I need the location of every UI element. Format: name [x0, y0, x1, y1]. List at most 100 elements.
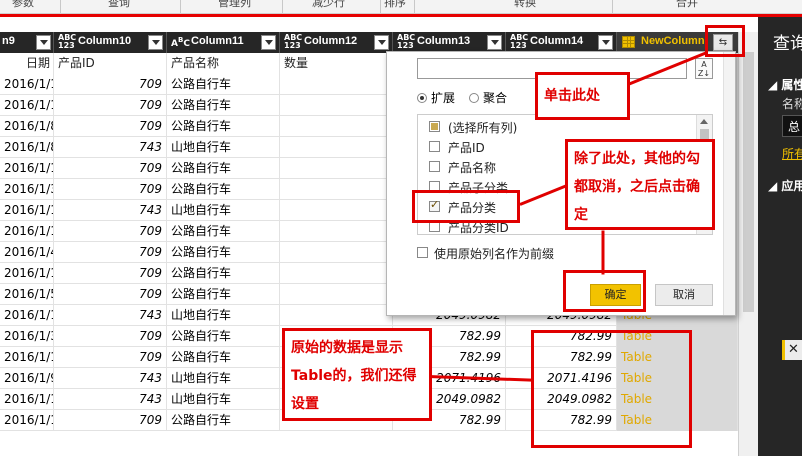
cell-date: 2016/1/8 [0, 116, 54, 137]
cell-product-name: 山地自行车 [167, 200, 280, 221]
cell-date: 2016/1/16 [0, 221, 54, 242]
column-header-column13[interactable]: ABC 123 Column13 [393, 32, 506, 53]
applied-steps-section-header[interactable]: ◢ 应用 [768, 177, 802, 194]
column-header-label: Column14 [530, 35, 584, 47]
annotation-highlight-category [412, 190, 520, 223]
cell-quantity [280, 74, 393, 95]
column-filter-dropdown-icon[interactable] [487, 35, 502, 50]
column-filter-dropdown-icon[interactable] [598, 35, 613, 50]
cell-product-id: 709 [54, 284, 167, 305]
cell-product-id: 709 [54, 116, 167, 137]
scroll-up-icon[interactable] [700, 119, 708, 124]
type-any-icon: ABC 123 [397, 33, 416, 50]
cell-product-name: 公路自行车 [167, 95, 280, 116]
column-filter-dropdown-icon[interactable] [374, 35, 389, 50]
grid-vertical-scrollbar[interactable] [738, 32, 758, 456]
column-header-label: n9 [2, 35, 15, 47]
column-header-column10[interactable]: ABC 123 Column10 [54, 32, 167, 53]
cell-product-id: 709 [54, 410, 167, 431]
ribbon-divider [180, 0, 181, 13]
cell-quantity [280, 179, 393, 200]
annotation-highlight-expand [705, 25, 745, 57]
radio-unselected-icon [469, 93, 479, 103]
radio-selected-icon [417, 93, 427, 103]
cell-product-id: 709 [54, 242, 167, 263]
scrollbar-thumb[interactable] [743, 52, 754, 312]
column-filter-dropdown-icon[interactable] [261, 35, 276, 50]
column-filter-dropdown-icon[interactable] [148, 35, 163, 50]
cell-id-header: 产品ID [54, 53, 167, 74]
properties-section-header[interactable]: ◢ 属性 [768, 76, 802, 93]
cell-product-name: 公路自行车 [167, 179, 280, 200]
annotation-top-border [0, 14, 802, 17]
column-header-label: NewColumn [641, 35, 705, 47]
cell-product-id: 709 [54, 74, 167, 95]
cell-product-id: 709 [54, 95, 167, 116]
cell-date: 2016/1/4 [0, 242, 54, 263]
ribbon-label-query[interactable]: 查询 [108, 0, 130, 10]
cell-date-header: 日期 [0, 53, 54, 74]
column-header-column12[interactable]: ABC 123 Column12 [280, 32, 393, 53]
cell-date: 2016/1/8 [0, 137, 54, 158]
cell-date: 2016/1/5 [0, 284, 54, 305]
column-header-date[interactable]: n9 [0, 32, 54, 53]
cell-product-name: 公路自行车 [167, 116, 280, 137]
cell-quantity [280, 137, 393, 158]
column-header-label: Column13 [417, 35, 471, 47]
ribbon-label-combine[interactable]: 合并 [676, 0, 698, 10]
cell-product-name: 山地自行车 [167, 389, 280, 410]
cell-quantity [280, 158, 393, 179]
all-properties-link[interactable]: 所有 [782, 145, 802, 162]
ribbon-strip: 参数 查询 管理列 减少行 排序 转换 合并 [0, 0, 802, 14]
table-type-icon [622, 36, 635, 48]
ribbon-label-transform[interactable]: 转换 [514, 0, 536, 10]
cell-date: 2016/1/10 [0, 200, 54, 221]
annotation-arrow [601, 230, 605, 275]
checkbox-unchecked[interactable] [429, 141, 440, 152]
cell-product-name: 公路自行车 [167, 74, 280, 95]
cell-quantity [280, 95, 393, 116]
name-label: 名称 [782, 97, 802, 111]
cell-date: 2016/1/3 [0, 179, 54, 200]
cancel-button[interactable]: 取消 [655, 284, 713, 306]
cell-product-name: 公路自行车 [167, 347, 280, 368]
cell-date: 2016/1/11 [0, 74, 54, 95]
ribbon-label-reduce-rows[interactable]: 减少行 [312, 0, 345, 10]
properties-section-label: 属性 [781, 78, 802, 92]
ribbon-label-sort[interactable]: 排序 [384, 0, 406, 10]
sort-az-icon[interactable]: A Z↓ [695, 58, 713, 79]
popup-scrollbar[interactable] [723, 52, 735, 315]
column-header-column11[interactable]: ABC Column11 [167, 32, 280, 53]
cell-date: 2016/1/15 [0, 263, 54, 284]
cell-date: 2016/1/12 [0, 389, 54, 410]
cell-product-id: 743 [54, 137, 167, 158]
cell-date: 2016/1/17 [0, 305, 54, 326]
column-filter-dropdown-icon[interactable] [36, 35, 51, 50]
cell-product-id: 709 [54, 326, 167, 347]
cell-date: 2016/1/12 [0, 347, 54, 368]
cell-quantity [280, 263, 393, 284]
query-name-field[interactable]: 总 [782, 115, 802, 137]
cell-product-name: 山地自行车 [167, 305, 280, 326]
checkbox-unchecked[interactable] [429, 161, 440, 172]
cell-date: 2016/1/3 [0, 326, 54, 347]
checkbox-partial[interactable] [429, 121, 440, 132]
cell-date: 2016/1/15 [0, 95, 54, 116]
cell-qty-header: 数量 [280, 53, 393, 74]
cell-product-id: 709 [54, 221, 167, 242]
ribbon-label-manage-columns[interactable]: 管理列 [218, 0, 251, 10]
cell-product-name: 公路自行车 [167, 326, 280, 347]
query-settings-panel: 查询 ◢ 属性 名称 总 所有 ◢ 应用 ✕ [758, 17, 802, 456]
column-header-column14[interactable]: ABC 123 Column14 [506, 32, 617, 53]
ribbon-label-params[interactable]: 参数 [12, 0, 34, 10]
cell-product-id: 743 [54, 200, 167, 221]
checkbox-unchecked[interactable] [417, 247, 428, 258]
cell-product-name: 公路自行车 [167, 410, 280, 431]
column-option-item[interactable]: (选择所有列) [418, 117, 696, 137]
column-header-label: Column11 [191, 35, 244, 47]
cell-date: 2016/1/9 [0, 368, 54, 389]
delete-step-icon[interactable]: ✕ [782, 340, 802, 360]
column-option-label: 产品名称 [448, 161, 497, 175]
cell-quantity [280, 200, 393, 221]
cell-quantity [280, 116, 393, 137]
